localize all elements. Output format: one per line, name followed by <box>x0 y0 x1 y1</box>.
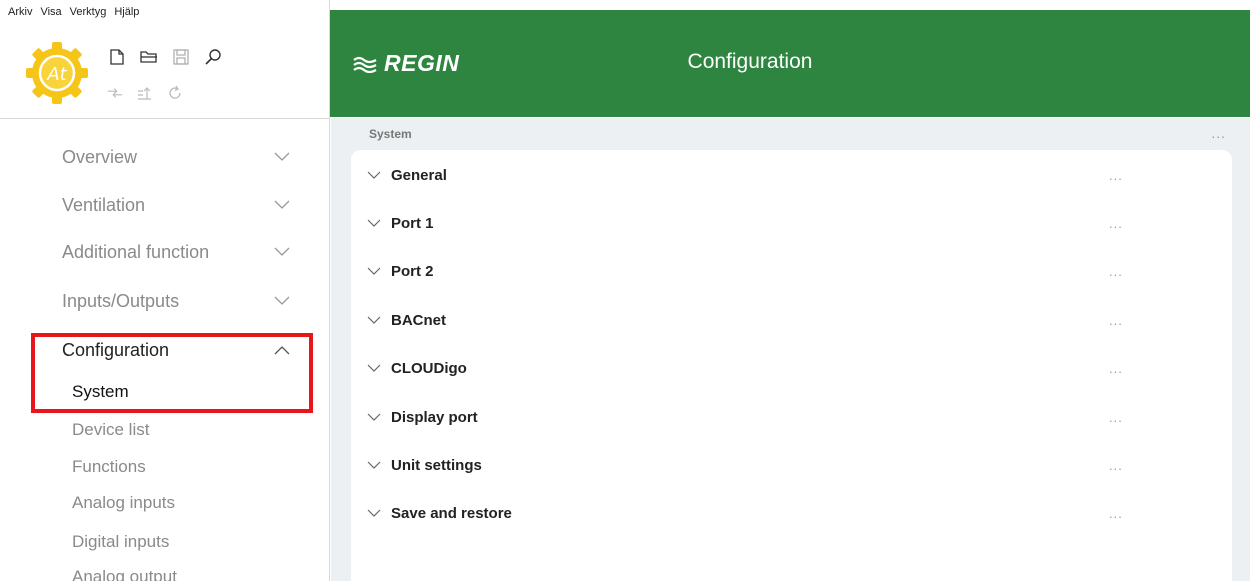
new-file-icon[interactable] <box>108 48 126 66</box>
toolbar-row-secondary <box>106 84 184 102</box>
section-label: CLOUDigo <box>391 359 467 377</box>
chevron-down-icon <box>272 198 292 212</box>
section-port-2[interactable]: Port 2 ... <box>365 258 1165 284</box>
section-more-icon[interactable]: ... <box>1109 264 1123 279</box>
app-logo-gear-icon: At <box>26 42 88 104</box>
section-more-icon[interactable]: ... <box>1109 361 1123 376</box>
sidebar-item-label: Additional function <box>62 241 210 262</box>
section-label: Port 1 <box>391 214 434 232</box>
section-display-port[interactable]: Display port ... <box>365 404 1165 430</box>
sidebar-item-ventilation[interactable]: Ventilation <box>62 190 302 220</box>
chevron-down-icon <box>365 459 383 471</box>
menu-verktyg[interactable]: Verktyg <box>70 6 107 18</box>
page-more-icon[interactable]: ... <box>1211 125 1226 141</box>
sections-card: General ... Port 1 ... Port 2 ... BACnet… <box>351 150 1232 581</box>
section-more-icon[interactable]: ... <box>1109 216 1123 231</box>
section-label: Save and restore <box>391 504 512 522</box>
chevron-down-icon <box>272 245 292 259</box>
section-save-and-restore[interactable]: Save and restore ... <box>365 500 1165 526</box>
main-content: System ... General ... Port 1 ... Port 2… <box>331 118 1250 581</box>
section-label: BACnet <box>391 311 446 329</box>
upload-icon[interactable] <box>136 84 154 102</box>
menu-visa[interactable]: Visa <box>40 6 61 18</box>
section-general[interactable]: General ... <box>365 162 1165 188</box>
sidebar-subitem-functions[interactable]: Functions <box>72 457 146 477</box>
toolbar-row-main <box>108 48 222 66</box>
toolbar-panel: Arkiv Visa Verktyg Hjälp At <box>0 0 330 118</box>
app-header: REGIN Configuration <box>330 10 1250 117</box>
sidebar-subitem-analog-output[interactable]: Analog output <box>72 567 177 581</box>
sidebar-subitem-digital-inputs[interactable]: Digital inputs <box>72 532 169 552</box>
section-bacnet[interactable]: BACnet ... <box>365 307 1165 333</box>
selection-highlight-box <box>31 333 313 413</box>
refresh-icon[interactable] <box>166 84 184 102</box>
chevron-down-icon <box>365 411 383 423</box>
section-unit-settings[interactable]: Unit settings ... <box>365 452 1165 478</box>
menu-hjalp[interactable]: Hjälp <box>114 6 139 18</box>
save-icon[interactable] <box>172 48 190 66</box>
chevron-down-icon <box>365 314 383 326</box>
chevron-down-icon <box>272 294 292 308</box>
chevron-down-icon <box>365 217 383 229</box>
chevron-down-icon <box>365 265 383 277</box>
section-port-1[interactable]: Port 1 ... <box>365 210 1165 236</box>
menu-arkiv[interactable]: Arkiv <box>8 6 32 18</box>
connect-icon[interactable] <box>106 84 124 102</box>
section-label: General <box>391 166 447 184</box>
open-folder-icon[interactable] <box>140 48 158 66</box>
chevron-down-icon <box>365 507 383 519</box>
sidebar-nav: Overview Ventilation Additional function… <box>0 119 330 581</box>
sidebar-item-label: Inputs/Outputs <box>62 290 180 311</box>
section-more-icon[interactable]: ... <box>1109 410 1123 425</box>
sidebar-subitem-device-list[interactable]: Device list <box>72 420 149 440</box>
chevron-down-icon <box>272 150 292 164</box>
page-title: Configuration <box>687 50 813 73</box>
sidebar-item-additional-function[interactable]: Additional function <box>62 237 302 267</box>
section-more-icon[interactable]: ... <box>1109 313 1123 328</box>
section-label: Display port <box>391 408 478 426</box>
chevron-down-icon <box>365 169 383 181</box>
logo-text: At <box>46 64 67 85</box>
section-more-icon[interactable]: ... <box>1109 458 1123 473</box>
sidebar-subitem-analog-inputs[interactable]: Analog inputs <box>72 493 175 513</box>
search-icon[interactable] <box>204 48 222 66</box>
sidebar-item-label: Ventilation <box>62 194 146 215</box>
chevron-down-icon <box>365 362 383 374</box>
section-more-icon[interactable]: ... <box>1109 168 1123 183</box>
sidebar-item-inputs-outputs[interactable]: Inputs/Outputs <box>62 286 302 316</box>
section-more-icon[interactable]: ... <box>1109 506 1123 521</box>
app-window: Arkiv Visa Verktyg Hjälp At REGIN Config… <box>0 0 1250 581</box>
sidebar-item-label: Overview <box>62 146 138 167</box>
section-cloudigo[interactable]: CLOUDigo ... <box>365 355 1165 381</box>
sidebar-item-overview[interactable]: Overview <box>62 142 302 172</box>
section-label: Port 2 <box>391 262 434 280</box>
section-label: Unit settings <box>391 456 482 474</box>
breadcrumb: System <box>369 127 412 141</box>
menubar: Arkiv Visa Verktyg Hjälp <box>8 6 139 18</box>
